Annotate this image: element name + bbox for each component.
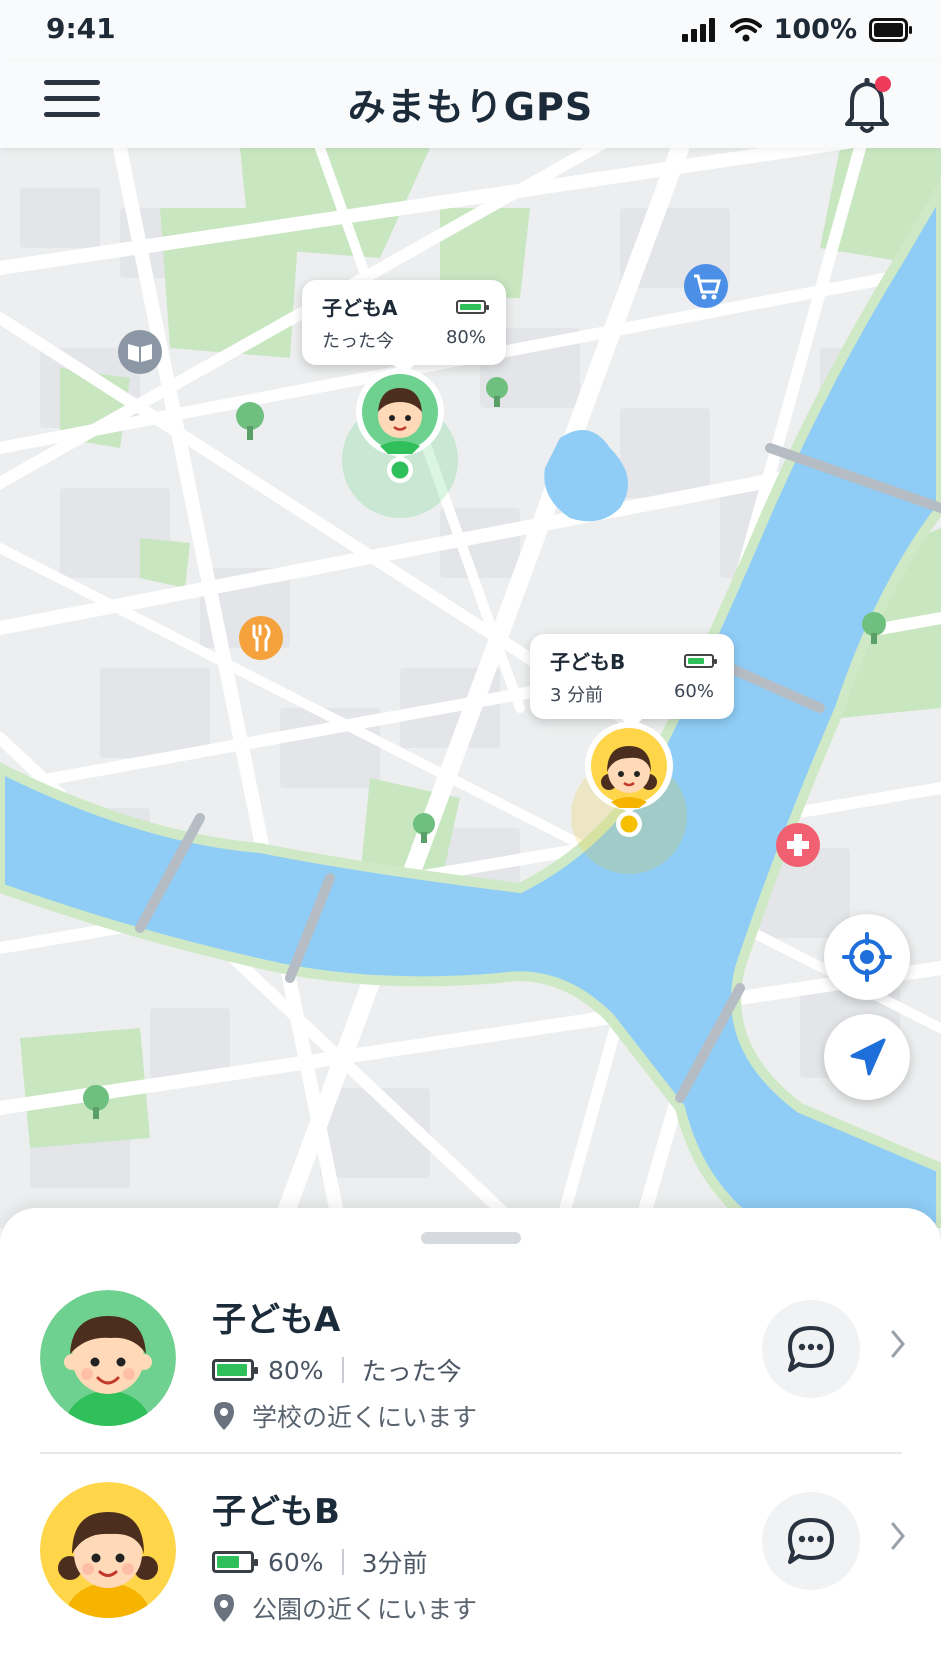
- marker-name: 子どもA: [322, 296, 398, 320]
- avatar: [40, 1290, 176, 1426]
- child-name: 子どもB: [212, 1492, 340, 1532]
- chat-bubble-icon: [788, 1326, 834, 1372]
- marker-battery: 80%: [445, 327, 486, 348]
- app-header: みまもりGPS: [0, 62, 941, 148]
- last-updated: たった今: [361, 1357, 462, 1386]
- shopping-cart-icon: [684, 264, 728, 308]
- app-title: みまもりGPS: [347, 85, 594, 129]
- restaurant-icon: [239, 616, 283, 660]
- chevron-right-icon[interactable]: [888, 1520, 908, 1552]
- marker-battery: 60%: [673, 681, 714, 702]
- marker-time: たった今: [322, 331, 394, 352]
- status-indicators: 100%: [681, 14, 913, 45]
- child-location: 学校の近くにいます: [210, 1398, 477, 1434]
- marker-card-child-a[interactable]: 子どもA たった今 80%: [302, 280, 506, 375]
- battery-percent: 60%: [268, 1547, 324, 1577]
- marker-time: 3 分前: [550, 685, 604, 706]
- location-text: 公園の近くにいます: [252, 1595, 478, 1624]
- bell-icon: [845, 76, 891, 133]
- divider: [341, 1549, 344, 1575]
- location-pin-icon: [214, 1594, 234, 1622]
- my-location-button[interactable]: [824, 914, 910, 1000]
- battery-percentage: 100%: [773, 14, 857, 45]
- row-divider: [40, 1452, 902, 1454]
- battery-icon: [456, 299, 489, 314]
- chat-bubble-icon: [788, 1518, 834, 1564]
- battery-percent: 80%: [268, 1355, 324, 1385]
- marker-name: 子どもB: [550, 650, 626, 674]
- child-b-map-pin[interactable]: [581, 720, 677, 840]
- sheet-handle[interactable]: [421, 1232, 521, 1244]
- child-row-b[interactable]: 子どもB 60% 3分前 公園の近くにいます: [0, 1462, 941, 1642]
- navigate-button[interactable]: [824, 1014, 910, 1100]
- status-bar: 9:41 100%: [0, 0, 941, 62]
- location-pin-icon: [214, 1402, 234, 1430]
- child-row-a[interactable]: 子どもA 80% たった今 学校の近くにいます: [0, 1270, 941, 1450]
- chevron-right-icon[interactable]: [888, 1328, 908, 1360]
- child-status: 60% 3分前: [212, 1544, 427, 1580]
- marker-card-child-b[interactable]: 子どもB 3 分前 60%: [530, 634, 734, 729]
- location-text: 学校の近くにいます: [252, 1403, 478, 1432]
- divider: [341, 1357, 344, 1383]
- child-b-avatar: [40, 1482, 176, 1618]
- last-updated: 3分前: [361, 1549, 428, 1578]
- crosshair-icon: [842, 932, 892, 982]
- hospital-icon: [776, 823, 820, 867]
- notification-dot: [875, 76, 891, 92]
- child-a-avatar: [40, 1290, 176, 1426]
- notification-button[interactable]: [837, 72, 899, 138]
- map-view[interactable]: 子どもA たった今 80% 子どもB 3 分前 60%: [0, 148, 941, 1228]
- child-location: 公園の近くにいます: [210, 1590, 477, 1626]
- battery-icon: [684, 653, 717, 668]
- chat-button[interactable]: [762, 1300, 860, 1398]
- battery-icon: [212, 1359, 258, 1381]
- child-status: 80% たった今: [212, 1352, 462, 1388]
- chat-button[interactable]: [762, 1492, 860, 1590]
- status-time: 9:41: [46, 12, 116, 45]
- library-icon: [118, 330, 162, 374]
- children-sheet: 子どもA 80% たった今 学校の近くにいます 子どもB 60% 3分前 公園の…: [0, 1208, 941, 1672]
- navigation-arrow-icon: [850, 1038, 886, 1076]
- signal-icon: [681, 17, 715, 42]
- battery-icon: [869, 17, 912, 42]
- child-a-map-pin[interactable]: [352, 366, 448, 486]
- child-name: 子どもA: [212, 1300, 341, 1340]
- avatar: [40, 1482, 176, 1618]
- battery-icon: [212, 1551, 258, 1573]
- wifi-icon: [729, 17, 762, 41]
